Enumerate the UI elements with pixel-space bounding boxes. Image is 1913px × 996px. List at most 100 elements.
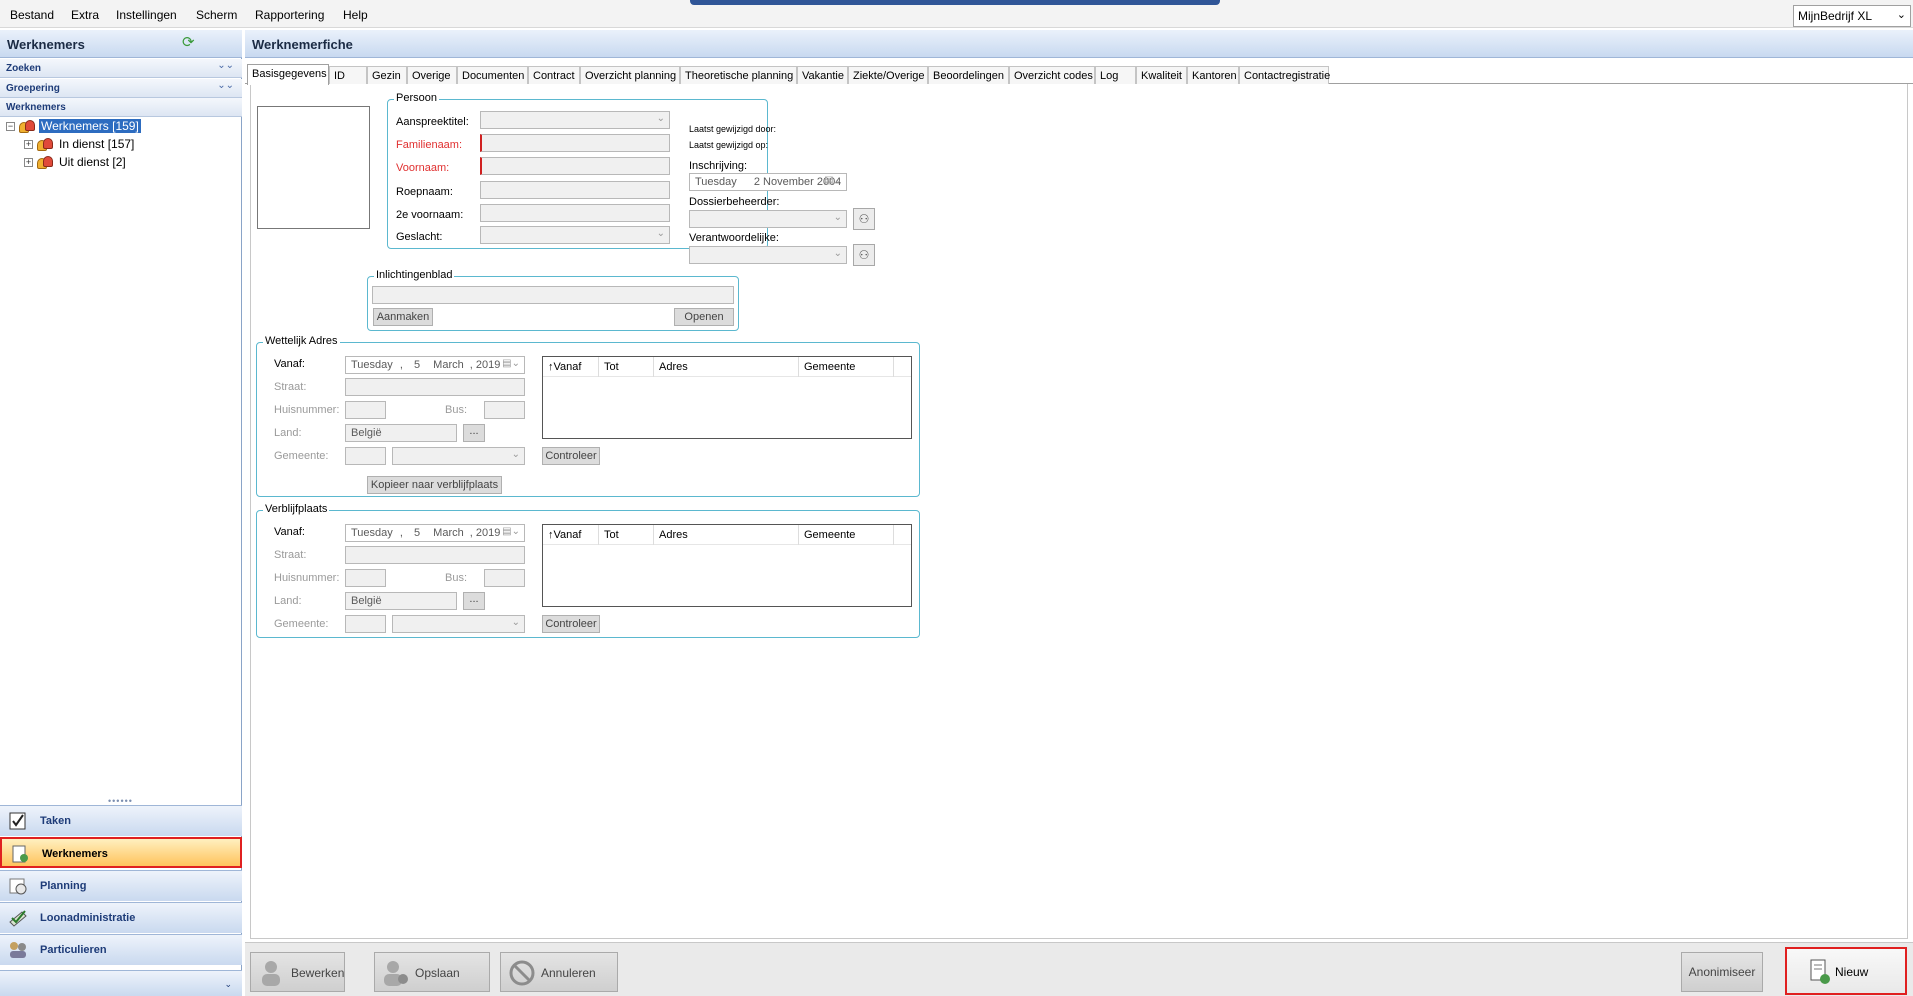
grid-col-adres[interactable]: Adres xyxy=(659,529,688,545)
verblijf-straat-input[interactable] xyxy=(345,546,525,564)
grid-col-gemeente[interactable]: Gemeente xyxy=(804,361,855,377)
grid-col-vanaf[interactable]: ↑Vanaf xyxy=(548,529,581,545)
wettelijk-bus-input[interactable] xyxy=(484,401,525,419)
land-browse-button[interactable]: ... xyxy=(463,424,485,442)
aanmaken-button[interactable]: Aanmaken xyxy=(373,308,433,326)
verblijf-gemeente-select[interactable]: ⌄ xyxy=(392,615,525,633)
wettelijk-huisnummer-input[interactable] xyxy=(345,401,386,419)
person-picker-icon[interactable]: ⚇ xyxy=(853,208,875,230)
openen-button[interactable]: Openen xyxy=(674,308,734,326)
tab-strip: Basisgegevens ID Gezin Overige Documente… xyxy=(245,64,1913,85)
grid-col-adres[interactable]: Adres xyxy=(659,361,688,377)
wettelijk-vanaf-date-picker[interactable]: Tuesday , 5 March , 2019 ▤⌄ xyxy=(345,356,525,374)
nav-loonadministratie[interactable]: Loonadministratie xyxy=(0,902,242,933)
tree-item-uit-dienst[interactable]: + Uit dienst [2] xyxy=(24,155,224,171)
refresh-icon[interactable]: ⟳ xyxy=(182,35,198,51)
menu-help[interactable]: Help xyxy=(343,8,368,22)
geslacht-select[interactable]: ⌄ xyxy=(480,226,670,244)
anonimiseer-button[interactable]: Anonimiseer xyxy=(1681,952,1763,992)
nav-taken[interactable]: Taken xyxy=(0,805,242,836)
vanaf-label: Vanaf: xyxy=(274,358,305,370)
verblijf-vanaf-date-picker[interactable]: Tuesday , 5 March , 2019 ▤⌄ xyxy=(345,524,525,542)
wettelijk-adres-grid[interactable]: ↑Vanaf Tot Adres Gemeente xyxy=(542,356,912,439)
calendar-dropdown-icon: ▤⌄ xyxy=(824,175,842,186)
bewerken-button[interactable]: Bewerken xyxy=(250,952,345,992)
tab-id[interactable]: ID xyxy=(329,66,367,84)
tree-item-in-dienst[interactable]: + In dienst [157] xyxy=(24,137,224,153)
tweede-voornaam-input[interactable] xyxy=(480,204,670,222)
inschrijving-date-picker[interactable]: Tuesday 2 November 2004 ▤⌄ xyxy=(689,173,847,191)
company-select[interactable]: MijnBedrijf XL ⌄ xyxy=(1793,5,1911,27)
grid-col-vanaf[interactable]: ↑Vanaf xyxy=(548,361,581,377)
tab-beoordelingen[interactable]: Beoordelingen xyxy=(928,66,1009,84)
tab-overige[interactable]: Overige xyxy=(407,66,457,84)
opslaan-button[interactable]: Opslaan xyxy=(374,952,490,992)
land-browse-button[interactable]: ... xyxy=(463,592,485,610)
wettelijk-land-input[interactable]: België xyxy=(345,424,457,442)
annuleren-button[interactable]: Annuleren xyxy=(500,952,618,992)
bewerken-label: Bewerken xyxy=(291,966,345,980)
tab-kantoren[interactable]: Kantoren xyxy=(1187,66,1239,84)
tab-ziekte-overige[interactable]: Ziekte/Overige xyxy=(848,66,928,84)
nav-footer[interactable]: ⌄ xyxy=(0,970,242,996)
controleer-button[interactable]: Controleer xyxy=(542,615,600,633)
tab-documenten[interactable]: Documenten xyxy=(457,66,528,84)
nav-werknemers[interactable]: Werknemers xyxy=(0,837,242,868)
section-groepering[interactable]: Groepering ⌄⌄ xyxy=(0,79,242,98)
inschrijving-day: Tuesday xyxy=(695,176,737,188)
verantwoordelijke-select[interactable]: ⌄ xyxy=(689,246,847,264)
menu-rapportering[interactable]: Rapportering xyxy=(255,8,324,22)
grid-col-gemeente[interactable]: Gemeente xyxy=(804,529,855,545)
menu-scherm[interactable]: Scherm xyxy=(196,8,237,22)
land-label: Land: xyxy=(274,595,302,607)
verblijf-huisnummer-input[interactable] xyxy=(345,569,386,587)
tab-overzicht-codes[interactable]: Overzicht codes xyxy=(1009,66,1095,84)
tab-log[interactable]: Log xyxy=(1095,66,1136,84)
tree-item-werknemers[interactable]: − Werknemers [159] xyxy=(6,118,226,135)
verblijf-postcode-input[interactable] xyxy=(345,615,386,633)
menu-bestand[interactable]: Bestand xyxy=(10,8,54,22)
grid-col-tot[interactable]: Tot xyxy=(604,361,619,377)
tab-kwaliteit[interactable]: Kwaliteit xyxy=(1136,66,1187,84)
inlichtingenblad-input[interactable] xyxy=(372,286,734,304)
tab-contract[interactable]: Contract xyxy=(528,66,580,84)
section-zoeken[interactable]: Zoeken ⌄⌄ xyxy=(0,59,242,78)
land-label: Land: xyxy=(274,427,302,439)
roepnaam-input[interactable] xyxy=(480,181,670,199)
verblijf-bus-input[interactable] xyxy=(484,569,525,587)
expand-icon[interactable]: + xyxy=(24,140,33,149)
laatst-gewijzigd-door-label: Laatst gewijzigd door: xyxy=(689,124,777,134)
menu-instellingen[interactable]: Instellingen xyxy=(116,8,177,22)
dossierbeheerder-select[interactable]: ⌄ xyxy=(689,210,847,228)
menu-extra[interactable]: Extra xyxy=(71,8,99,22)
voornaam-input[interactable] xyxy=(480,157,670,175)
familienaam-input[interactable] xyxy=(480,134,670,152)
wettelijk-adres-title: Wettelijk Adres xyxy=(263,335,340,347)
tab-overzicht-planning[interactable]: Overzicht planning xyxy=(580,66,680,84)
controleer-button[interactable]: Controleer xyxy=(542,447,600,465)
aanspreektitel-select[interactable]: ⌄ xyxy=(480,111,670,129)
wettelijk-straat-input[interactable] xyxy=(345,378,525,396)
verblijfplaats-grid[interactable]: ↑Vanaf Tot Adres Gemeente xyxy=(542,524,912,607)
tab-vakantie[interactable]: Vakantie xyxy=(797,66,848,84)
date-year: , 2019 xyxy=(469,359,501,371)
kopieer-naar-verblijfplaats-button[interactable]: Kopieer naar verblijfplaats xyxy=(367,476,502,494)
wettelijk-gemeente-select[interactable]: ⌄ xyxy=(392,447,525,465)
laatst-gewijzigd-op-label: Laatst gewijzigd op: xyxy=(689,140,769,150)
tab-basisgegevens[interactable]: Basisgegevens xyxy=(247,64,329,85)
clock-calendar-icon xyxy=(9,878,27,895)
right-panel-title: Werknemerfiche xyxy=(252,37,353,52)
employee-photo[interactable] xyxy=(257,106,370,229)
verblijf-land-input[interactable]: België xyxy=(345,592,457,610)
nav-particulieren[interactable]: Particulieren xyxy=(0,934,242,965)
nieuw-button[interactable]: Nieuw xyxy=(1785,947,1907,995)
wettelijk-postcode-input[interactable] xyxy=(345,447,386,465)
tab-gezin[interactable]: Gezin xyxy=(367,66,407,84)
collapse-icon[interactable]: − xyxy=(6,122,15,131)
grid-col-tot[interactable]: Tot xyxy=(604,529,619,545)
nav-planning[interactable]: Planning xyxy=(0,870,242,901)
tab-contactregistratie[interactable]: Contactregistratie xyxy=(1239,66,1330,84)
tab-theoretische-planning[interactable]: Theoretische planning xyxy=(680,66,797,84)
person-picker-icon[interactable]: ⚇ xyxy=(853,244,875,266)
expand-icon[interactable]: + xyxy=(24,158,33,167)
